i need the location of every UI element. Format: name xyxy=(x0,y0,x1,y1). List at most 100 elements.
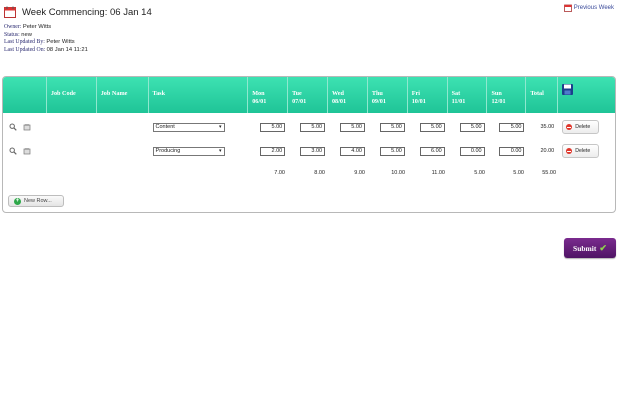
new-row-label: New Row... xyxy=(24,198,52,204)
header-mon-day: Mon xyxy=(252,90,265,97)
row-total: 20.00 xyxy=(540,148,555,154)
header-fri-date: 10/01 xyxy=(411,98,426,105)
delete-cell: Delete xyxy=(558,144,615,158)
task-select-value: Producing xyxy=(155,148,181,154)
totals-spacer xyxy=(3,166,249,180)
sat-total-cell: 5.00 xyxy=(449,166,489,180)
hours-input-mon[interactable]: 2.00 xyxy=(260,146,286,156)
job-name-cell xyxy=(97,120,149,134)
save-icon[interactable] xyxy=(562,84,574,95)
hours-input-sun[interactable]: 0.00 xyxy=(499,146,525,156)
header-sun-day: Sun xyxy=(491,90,502,97)
hours-input-sat[interactable]: 0.00 xyxy=(459,146,485,156)
job-code-cell xyxy=(47,144,97,158)
header-wed-date: 08/01 xyxy=(331,98,347,105)
header-tue-date: 07/01 xyxy=(292,98,307,105)
sat-total: 5.00 xyxy=(474,170,485,176)
totals-row: 7.00 8.00 9.00 10.00 11.00 5.00 5.00 55.… xyxy=(3,166,615,180)
task-cell: Content ▾ xyxy=(149,120,249,134)
chevron-down-icon: ▾ xyxy=(219,148,222,154)
delete-label: Delete xyxy=(575,148,591,154)
calendar-icon xyxy=(4,6,16,18)
hours-input-thu[interactable]: 5.00 xyxy=(379,122,405,132)
thu-total-cell: 10.00 xyxy=(369,166,409,180)
sun-cell: 5.00 xyxy=(487,120,526,134)
page-header: Week Commencing: 06 Jan 14 xyxy=(4,4,152,20)
grand-total: 55.00 xyxy=(542,170,556,176)
zoom-icon[interactable] xyxy=(9,147,17,155)
header-task: Task xyxy=(149,77,249,113)
thu-cell: 5.00 xyxy=(368,144,408,158)
wed-cell: 4.00 xyxy=(328,144,368,158)
mon-cell: 5.00 xyxy=(248,120,288,134)
row-total-cell: 20.00 xyxy=(526,144,558,158)
delete-button[interactable]: Delete xyxy=(562,120,600,134)
mon-total-cell: 7.00 xyxy=(249,166,289,180)
delete-icon xyxy=(566,148,573,154)
task-select-value: Content xyxy=(155,124,175,130)
header-sat-day: Sat xyxy=(451,90,461,97)
hours-input-tue[interactable]: 5.00 xyxy=(300,122,326,132)
table-row: Content ▾ 5.00 5.00 5.00 5.00 5.00 5.00 5… xyxy=(3,120,615,134)
previous-week-link[interactable]: Previous Week xyxy=(563,4,614,12)
hours-input-fri[interactable]: 5.00 xyxy=(419,122,445,132)
table-row: Producing ▾ 2.00 3.00 4.00 5.00 6.00 0.00… xyxy=(3,144,615,158)
sun-total-cell: 5.00 xyxy=(489,166,528,180)
fri-cell: 6.00 xyxy=(408,144,448,158)
header-sun: Sun 12/01 xyxy=(487,77,527,113)
header-thu: Thu 09/01 xyxy=(368,77,408,113)
updated-on-value: 08 Jan 14 11:21 xyxy=(46,46,88,53)
sat-cell: 0.00 xyxy=(448,144,488,158)
updated-by-value: Peter Witts xyxy=(46,39,75,46)
status-line: Status: new xyxy=(4,32,88,40)
task-select[interactable]: Producing ▾ xyxy=(152,146,225,156)
header-save xyxy=(558,77,615,113)
status-value: new xyxy=(21,31,32,38)
hours-input-wed[interactable]: 4.00 xyxy=(339,146,365,156)
timesheet-header-row: Job Code Job Name Task Mon 06/01 Tue 07/01… xyxy=(3,77,615,113)
updated-by-label: Last Updated By: xyxy=(4,39,45,46)
header-sun-date: 12/01 xyxy=(491,98,506,105)
submit-button[interactable]: Submit ✔ xyxy=(564,238,616,258)
header-actions xyxy=(3,77,47,113)
grand-total-cell: 55.00 xyxy=(528,166,560,180)
header-job-name: Job Name xyxy=(97,77,149,113)
hours-input-sat[interactable]: 5.00 xyxy=(459,122,485,132)
fri-cell: 5.00 xyxy=(408,120,448,134)
tue-total: 8.00 xyxy=(314,170,325,176)
hours-input-thu[interactable]: 5.00 xyxy=(379,146,405,156)
owner-line: Owner: Peter Witts xyxy=(4,24,88,32)
hours-input-sun[interactable]: 5.00 xyxy=(499,122,525,132)
previous-week-label: Previous Week xyxy=(573,5,614,11)
note-icon[interactable] xyxy=(23,147,31,155)
delete-icon xyxy=(566,124,573,130)
task-cell: Producing ▾ xyxy=(149,144,249,158)
hours-input-tue[interactable]: 3.00 xyxy=(300,146,326,156)
header-sat: Sat 11/01 xyxy=(448,77,488,113)
mon-cell: 2.00 xyxy=(248,144,288,158)
hours-input-mon[interactable]: 5.00 xyxy=(260,122,286,132)
note-icon[interactable] xyxy=(23,123,31,131)
hours-input-fri[interactable]: 6.00 xyxy=(419,146,445,156)
header-tue-day: Tue xyxy=(292,90,302,97)
delete-button[interactable]: Delete xyxy=(562,144,600,158)
tue-cell: 5.00 xyxy=(288,120,328,134)
hours-input-wed[interactable]: 5.00 xyxy=(339,122,365,132)
row-actions xyxy=(3,120,47,134)
new-row-button[interactable]: + New Row... xyxy=(8,195,64,207)
wed-total-cell: 9.00 xyxy=(329,166,369,180)
fri-total-cell: 11.00 xyxy=(409,166,449,180)
delete-label: Delete xyxy=(575,124,591,130)
zoom-icon[interactable] xyxy=(9,123,17,131)
header-job-code: Job Code xyxy=(47,77,97,113)
task-select[interactable]: Content ▾ xyxy=(152,122,225,132)
tue-total-cell: 8.00 xyxy=(289,166,329,180)
header-thu-day: Thu xyxy=(371,90,383,97)
timesheet-panel: Job Code Job Name Task Mon 06/01 Tue 07/01… xyxy=(2,76,616,213)
owner-label: Owner: xyxy=(4,24,22,30)
fri-total: 11.00 xyxy=(431,170,445,176)
sun-total: 5.00 xyxy=(513,170,524,176)
job-name-cell xyxy=(97,144,149,158)
header-mon-date: 06/01 xyxy=(252,98,267,105)
wed-cell: 5.00 xyxy=(328,120,368,134)
